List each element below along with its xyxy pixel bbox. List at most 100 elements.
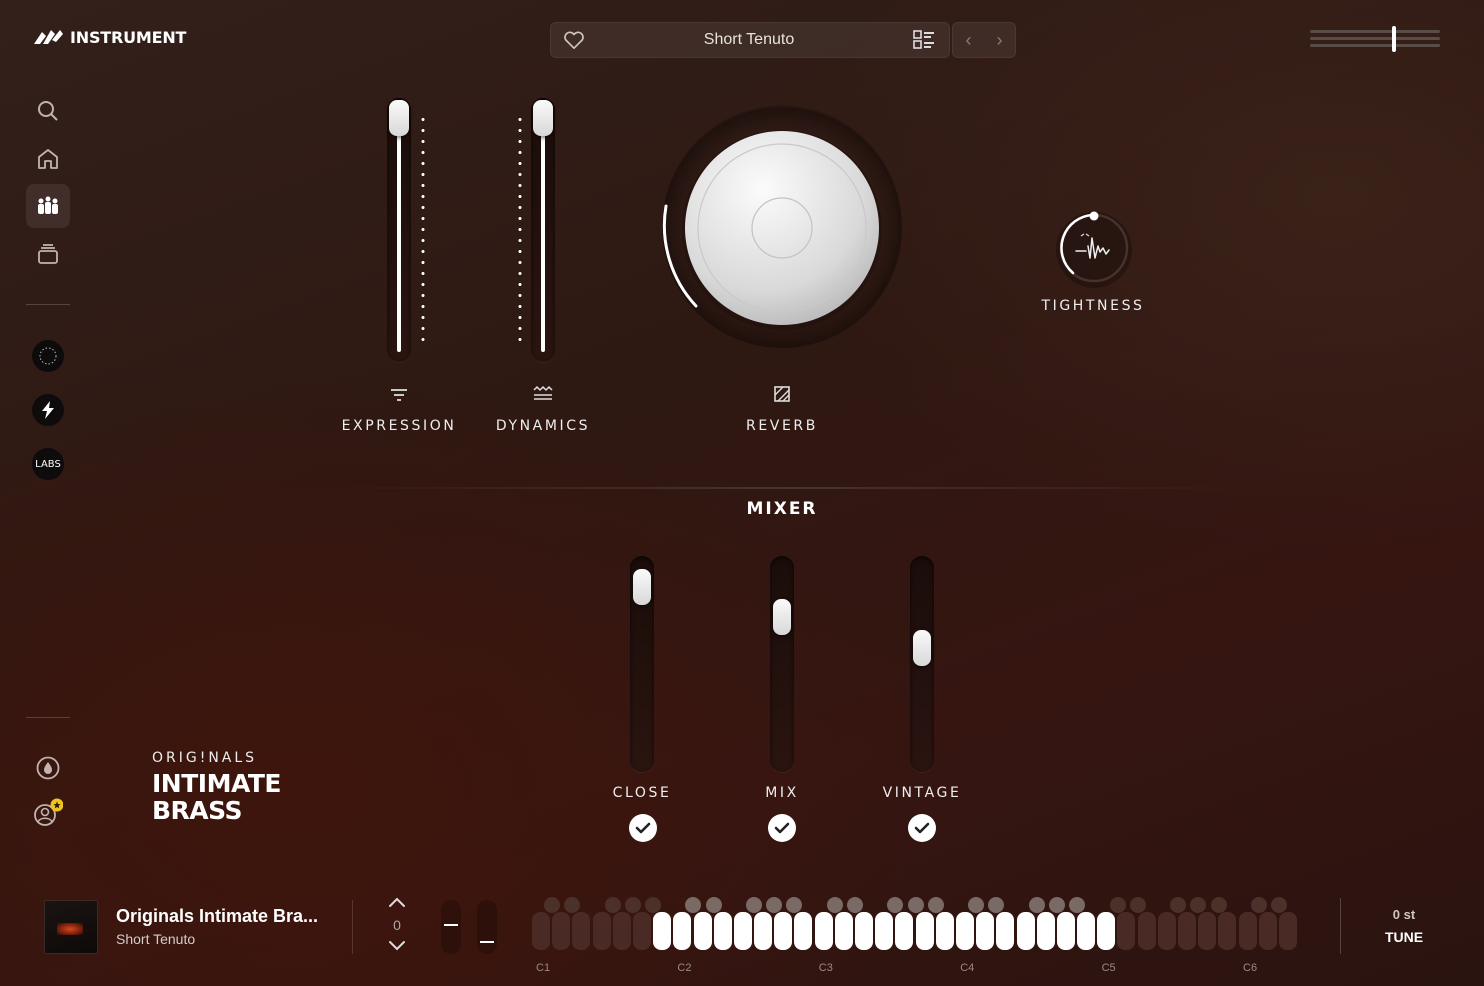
mixer-mix-fader[interactable] — [770, 556, 794, 772]
white-key[interactable] — [855, 912, 873, 950]
black-key[interactable] — [1170, 897, 1187, 913]
white-key[interactable] — [996, 912, 1015, 950]
black-key[interactable] — [1190, 897, 1207, 913]
black-key[interactable] — [645, 897, 661, 913]
black-key[interactable] — [1049, 897, 1065, 913]
sidebar-item-home[interactable] — [26, 137, 70, 181]
black-key[interactable] — [927, 897, 944, 913]
white-key[interactable] — [1137, 912, 1156, 950]
sidebar-item-theme[interactable] — [26, 746, 70, 790]
black-key[interactable] — [746, 897, 762, 913]
white-key[interactable] — [653, 912, 672, 950]
white-key[interactable] — [754, 912, 773, 950]
black-key[interactable] — [564, 897, 581, 913]
white-key[interactable] — [1157, 912, 1176, 950]
mixer-vintage-toggle[interactable] — [908, 814, 936, 842]
black-key[interactable] — [826, 897, 843, 913]
white-key[interactable] — [1258, 912, 1277, 950]
black-key[interactable] — [1271, 897, 1288, 913]
mixer-close-toggle[interactable] — [629, 814, 657, 842]
black-key[interactable] — [1129, 897, 1146, 913]
footer-product-title[interactable]: Originals Intimate Bra... — [116, 906, 336, 927]
reverb-knob[interactable] — [652, 98, 912, 358]
white-key[interactable] — [875, 912, 894, 950]
sidebar-item-search[interactable] — [26, 89, 70, 133]
black-key[interactable] — [705, 897, 722, 913]
black-key[interactable] — [624, 897, 641, 913]
transpose-down-icon[interactable] — [388, 940, 406, 952]
expression-thumb[interactable] — [389, 100, 409, 136]
black-key[interactable] — [907, 897, 924, 913]
pitch-wheel[interactable] — [441, 900, 461, 954]
white-key[interactable] — [1218, 912, 1237, 950]
chevron-left-icon[interactable]: ‹ — [966, 30, 972, 51]
black-key[interactable] — [1028, 897, 1045, 913]
mod-wheel[interactable] — [477, 900, 497, 954]
white-key[interactable] — [713, 912, 732, 950]
black-key[interactable] — [1109, 897, 1126, 913]
black-key[interactable] — [887, 897, 904, 913]
sidebar-item-instruments[interactable] — [26, 184, 70, 228]
black-key[interactable] — [544, 897, 560, 913]
white-key[interactable] — [1198, 912, 1217, 950]
white-key[interactable] — [733, 912, 752, 950]
black-key[interactable] — [1251, 897, 1267, 913]
white-key[interactable] — [1016, 912, 1035, 950]
tightness-knob[interactable] — [1052, 206, 1136, 290]
product-artwork[interactable] — [44, 900, 98, 954]
white-key[interactable] — [834, 912, 853, 950]
white-key[interactable] — [1117, 912, 1136, 950]
white-key[interactable] — [794, 912, 813, 950]
mixer-close-thumb[interactable] — [633, 568, 651, 605]
expression-slider[interactable] — [387, 98, 411, 362]
black-key[interactable] — [988, 897, 1005, 913]
preset-list-icon[interactable] — [913, 30, 935, 50]
black-key[interactable] — [1069, 897, 1086, 913]
sidebar-badge-originals[interactable] — [32, 340, 64, 372]
white-key[interactable] — [915, 912, 934, 950]
white-key[interactable] — [592, 912, 611, 950]
white-key[interactable] — [612, 912, 631, 950]
black-key[interactable] — [766, 897, 783, 913]
tune-value[interactable]: 0 st — [1366, 907, 1442, 922]
white-key[interactable] — [632, 912, 651, 950]
white-key[interactable] — [976, 912, 995, 950]
master-volume-slider[interactable] — [1310, 26, 1440, 52]
mixer-vintage-thumb[interactable] — [913, 630, 931, 667]
transpose-up-icon[interactable] — [388, 896, 406, 908]
white-key[interactable] — [774, 912, 793, 950]
sidebar-badge-spitfire[interactable] — [32, 394, 64, 426]
white-key[interactable] — [1097, 912, 1116, 950]
white-key[interactable] — [1238, 912, 1257, 950]
white-key[interactable] — [1278, 912, 1297, 950]
white-key[interactable] — [693, 912, 712, 950]
sidebar-item-account[interactable] — [26, 790, 70, 834]
black-key[interactable] — [685, 897, 702, 913]
white-key[interactable] — [955, 912, 974, 950]
black-key[interactable] — [786, 897, 803, 913]
black-key[interactable] — [604, 897, 621, 913]
white-key[interactable] — [552, 912, 571, 950]
white-key[interactable] — [532, 912, 550, 950]
black-key[interactable] — [1210, 897, 1227, 913]
dynamics-slider[interactable] — [531, 98, 555, 362]
dynamics-thumb[interactable] — [533, 100, 553, 136]
master-volume-thumb[interactable] — [1391, 26, 1396, 52]
white-key[interactable] — [1036, 912, 1055, 950]
white-key[interactable] — [1056, 912, 1075, 950]
black-key[interactable] — [847, 897, 863, 913]
sidebar-item-library[interactable] — [26, 232, 70, 276]
mixer-mix-toggle[interactable] — [768, 814, 796, 842]
white-key[interactable] — [895, 912, 914, 950]
preset-name[interactable]: Short Tenuto — [585, 31, 913, 49]
brand-logo[interactable]: INSTRUMENT — [32, 26, 186, 48]
white-key[interactable] — [814, 912, 833, 950]
chevron-right-icon[interactable]: › — [997, 30, 1003, 51]
white-key[interactable] — [572, 912, 591, 950]
mixer-close-fader[interactable] — [630, 556, 654, 772]
white-key[interactable] — [1178, 912, 1196, 950]
heart-icon[interactable] — [563, 30, 585, 50]
white-key[interactable] — [1077, 912, 1096, 950]
white-key[interactable] — [935, 912, 954, 950]
sidebar-badge-labs[interactable]: LABS — [32, 448, 64, 480]
